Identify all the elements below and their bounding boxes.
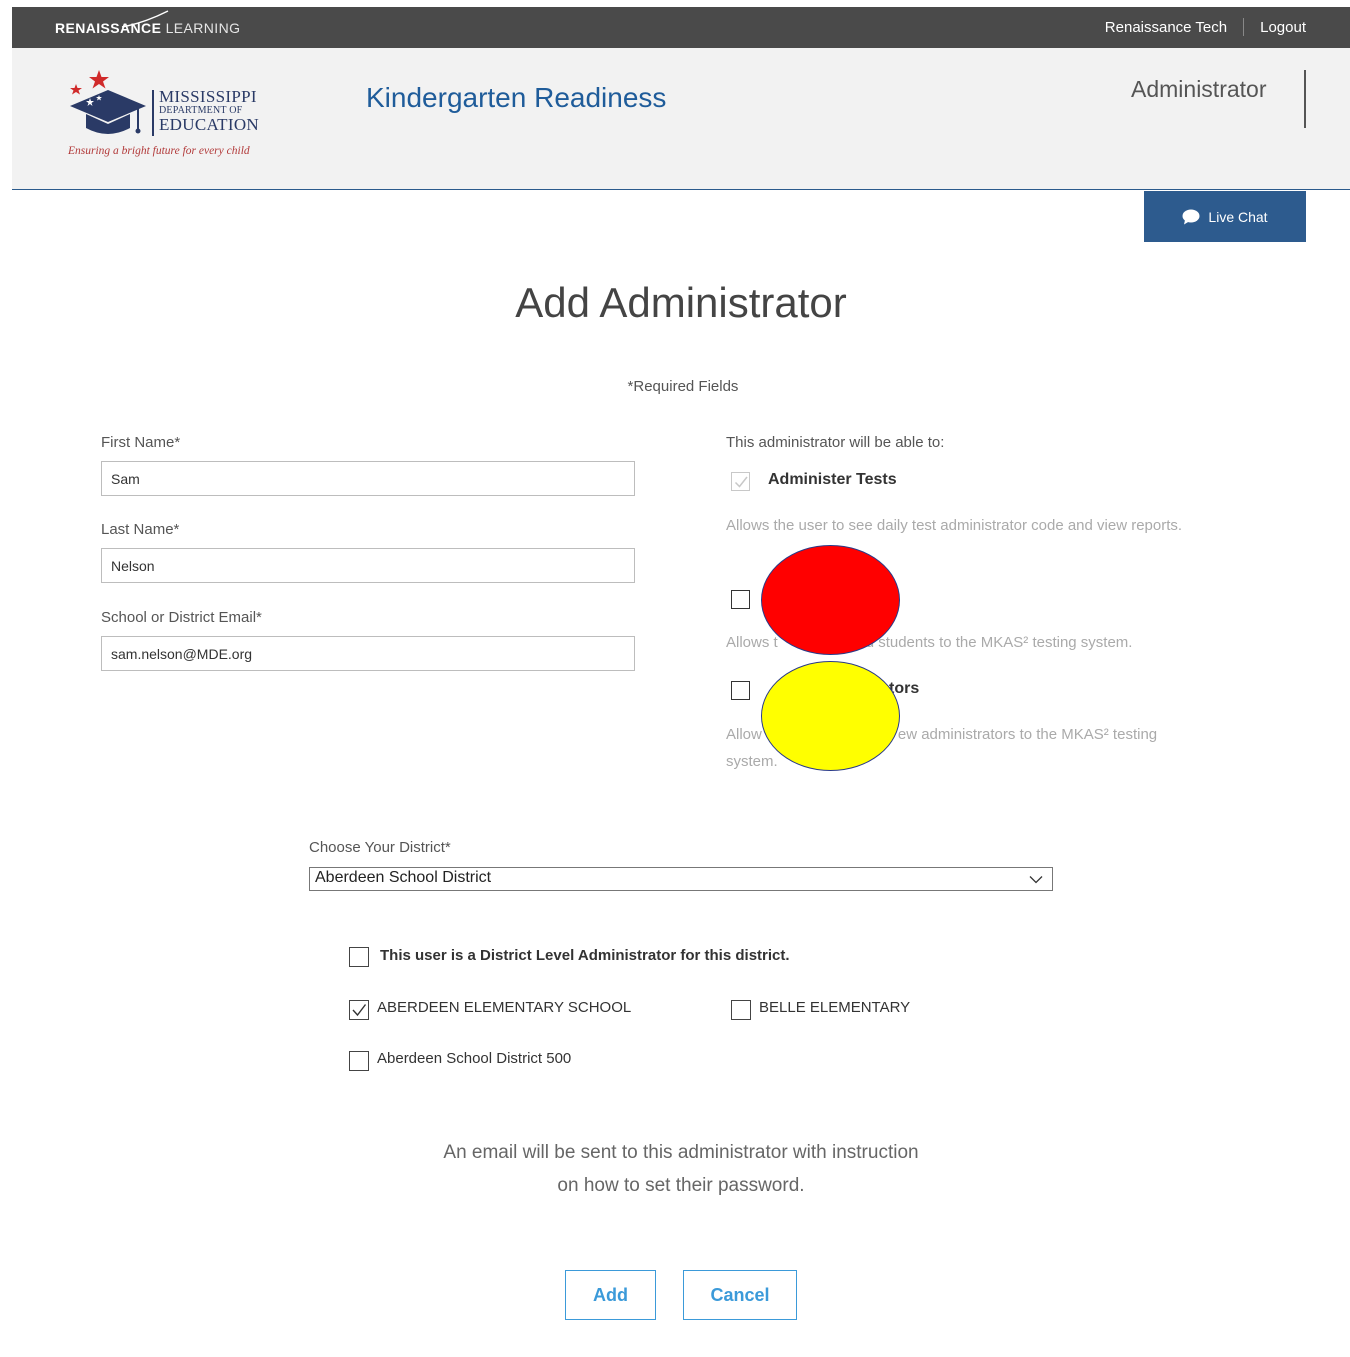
app-title: Kindergarten Readiness bbox=[366, 82, 667, 113]
email-note-line-1: An email will be sent to this administra… bbox=[443, 1142, 919, 1163]
school-checkbox-aberdeen-elementary[interactable] bbox=[349, 1000, 369, 1020]
school-checkbox-belle-elementary[interactable] bbox=[731, 1000, 751, 1020]
check-icon bbox=[734, 476, 748, 488]
live-chat-label: Live Chat bbox=[1208, 208, 1268, 225]
page: RENAISSANCE LEARNING Renaissance Tech Lo… bbox=[0, 0, 1350, 1357]
page-title: Add Administrator bbox=[515, 279, 847, 326]
last-name-input[interactable] bbox=[101, 548, 635, 583]
email-note-line-2: on how to set their password. bbox=[557, 1175, 805, 1196]
live-chat-button[interactable]: Live Chat bbox=[1144, 191, 1306, 242]
permissions-intro: This administrator will be able to: bbox=[726, 434, 945, 451]
top-link-divider bbox=[1243, 18, 1245, 36]
school-checkbox-aberdeen-district-500[interactable] bbox=[349, 1051, 369, 1071]
top-links: Renaissance Tech Logout bbox=[1105, 18, 1306, 36]
top-bar: RENAISSANCE LEARNING Renaissance Tech Lo… bbox=[12, 7, 1350, 48]
district-admin-checkbox[interactable] bbox=[349, 947, 369, 967]
school-label-aberdeen-district-500: Aberdeen School District 500 bbox=[377, 1050, 572, 1067]
permission-2-desc-prefix: Allows t bbox=[726, 634, 778, 651]
permission-3-checkbox[interactable] bbox=[731, 681, 750, 700]
required-note: *Required Fields bbox=[627, 378, 739, 395]
chevron-down-icon bbox=[1029, 876, 1043, 884]
district-admin-label: This user is a District Level Administra… bbox=[380, 947, 790, 964]
logo-divider bbox=[152, 90, 154, 136]
administer-tests-label: Administer Tests bbox=[768, 471, 897, 488]
administer-tests-description: Allows the user to see daily test admini… bbox=[726, 517, 1183, 534]
logout-link[interactable]: Logout bbox=[1260, 19, 1306, 36]
first-name-input[interactable] bbox=[101, 461, 635, 496]
district-selected-value: Aberdeen School District bbox=[315, 869, 492, 886]
administer-tests-checkbox[interactable] bbox=[731, 472, 750, 491]
yellow-redaction-oval bbox=[761, 661, 900, 771]
add-button[interactable]: Add bbox=[565, 1270, 656, 1320]
user-role: Administrator bbox=[1131, 76, 1267, 102]
district-label: Choose Your District* bbox=[309, 839, 451, 856]
graduation-cap-icon bbox=[70, 70, 146, 134]
logo-text: MISSISSIPPI DEPARTMENT OF EDUCATION bbox=[159, 88, 259, 133]
check-icon bbox=[352, 1004, 367, 1017]
email-input[interactable] bbox=[101, 636, 635, 671]
permission-2-desc-suffix: d students to the MKAS² testing system. bbox=[865, 634, 1133, 651]
first-name-label: First Name* bbox=[101, 434, 181, 451]
role-divider bbox=[1304, 70, 1306, 128]
permission-3-desc-prefix: Allow bbox=[726, 726, 762, 743]
mde-logo: MISSISSIPPI DEPARTMENT OF EDUCATION Ensu… bbox=[66, 68, 276, 164]
header: MISSISSIPPI DEPARTMENT OF EDUCATION Ensu… bbox=[12, 48, 1350, 190]
swoosh-icon bbox=[121, 10, 169, 28]
chat-bubble-icon bbox=[1182, 209, 1200, 224]
logo-tagline: Ensuring a bright future for every child bbox=[68, 145, 250, 157]
red-redaction-oval bbox=[761, 545, 900, 655]
email-label: School or District Email* bbox=[101, 609, 262, 626]
logo-line-1: MISSISSIPPI bbox=[159, 87, 257, 106]
permission-3-desc-suffix: ew administrators to the MKAS² testing bbox=[897, 726, 1158, 743]
school-label-aberdeen-elementary: ABERDEEN ELEMENTARY SCHOOL bbox=[377, 999, 632, 1016]
logo-line-3: EDUCATION bbox=[159, 115, 259, 134]
school-label-belle-elementary: BELLE ELEMENTARY bbox=[759, 999, 911, 1016]
district-select[interactable]: Aberdeen School District bbox=[309, 867, 1053, 891]
last-name-label: Last Name* bbox=[101, 521, 180, 538]
cancel-button[interactable]: Cancel bbox=[683, 1270, 797, 1320]
brand-light: LEARNING bbox=[165, 20, 241, 36]
email-note: An email will be sent to this administra… bbox=[0, 1136, 1350, 1202]
user-link[interactable]: Renaissance Tech bbox=[1105, 19, 1227, 36]
permission-2-checkbox[interactable] bbox=[731, 590, 750, 609]
